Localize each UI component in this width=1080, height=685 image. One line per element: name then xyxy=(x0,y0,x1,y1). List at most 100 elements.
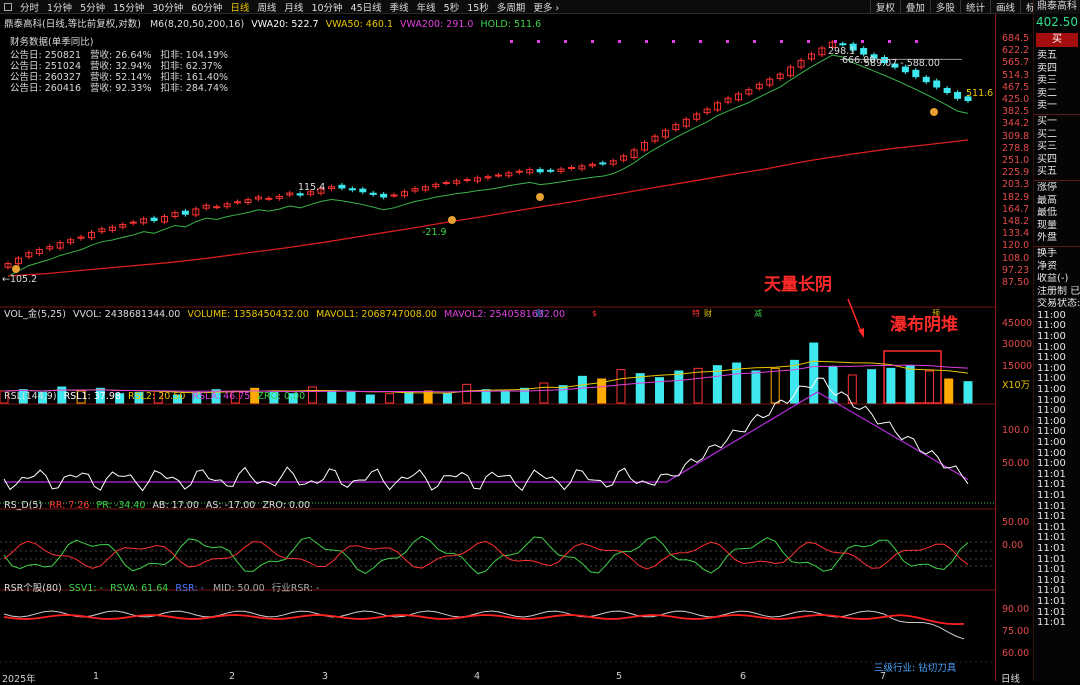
candle-body xyxy=(380,193,388,198)
times-item: 11:01 xyxy=(1037,542,1066,554)
asks-item: 卖二 xyxy=(1037,87,1057,99)
signal-dot xyxy=(564,40,567,43)
tab-10[interactable]: 45日线 xyxy=(347,0,386,14)
x-axis-month: 5 xyxy=(616,671,623,682)
ask-list: 卖五 卖四 卖三 卖二 卖一 xyxy=(1034,50,1080,113)
candle-body xyxy=(515,170,523,173)
axis-label: 87.50 xyxy=(1002,277,1030,288)
tab-8[interactable]: 月线 xyxy=(280,0,307,14)
tab-14[interactable]: 15秒 xyxy=(463,0,493,14)
more-item: 换手 xyxy=(1037,247,1057,259)
axis-label: 60.00 xyxy=(1002,648,1030,659)
candle-body xyxy=(390,194,398,197)
rsla-value: RSLA: 46.75 xyxy=(192,391,251,402)
hold-value: HOLD: 511.6 xyxy=(480,19,542,30)
tab-9[interactable]: 10分钟 xyxy=(307,0,346,14)
volume-header: VOL_金(5,25) VVOL: 2438681344.00 VOLUME: … xyxy=(4,306,565,320)
volume-bar xyxy=(442,393,452,404)
volume-bar xyxy=(558,385,568,404)
candle-body xyxy=(213,206,221,209)
candle-body xyxy=(463,179,471,182)
volume-bar xyxy=(674,370,684,404)
axis-label: 565.7 xyxy=(1002,57,1030,69)
divider xyxy=(1034,245,1080,247)
rsr-value: RSR: - xyxy=(175,583,204,594)
tab-4[interactable]: 30分钟 xyxy=(148,0,187,14)
mavol2-value: MAVOL2: 2540581632.00 xyxy=(444,309,566,320)
tab-7[interactable]: 周线 xyxy=(253,0,280,14)
candle-body xyxy=(547,169,555,172)
window-icon[interactable] xyxy=(4,2,12,11)
candle-body xyxy=(954,92,962,99)
tab-12[interactable]: 年线 xyxy=(413,0,440,14)
asks-item: 卖四 xyxy=(1037,62,1057,74)
event-mark: 特 xyxy=(692,308,700,318)
volume-bar xyxy=(963,381,973,404)
tab-15[interactable]: 多周期 xyxy=(493,0,530,14)
main-title: 鼎泰高科(日线,等比前复权,对数) xyxy=(4,19,141,30)
rsr-line xyxy=(3,614,965,626)
tab-11[interactable]: 季线 xyxy=(386,0,413,14)
axis-label: 148.2 xyxy=(1002,216,1030,227)
candle-body xyxy=(150,217,158,221)
toolbar-action-1[interactable]: 叠加 xyxy=(899,0,930,13)
tab-16[interactable]: 更多 › xyxy=(529,0,563,14)
bids-item: 买四 xyxy=(1037,153,1057,165)
signal-dot xyxy=(645,40,648,43)
volume-bar xyxy=(693,367,703,404)
ma-indicator: M6(8,20,50,200,16) xyxy=(149,19,245,30)
axis-label: 203.3 xyxy=(1002,179,1030,191)
stats-item: 外盘 xyxy=(1037,232,1057,244)
financial-title: 财务数据(单季同比) xyxy=(10,37,94,48)
event-icon xyxy=(448,216,456,224)
financial-row: 公告日: 260416 营收: 92.33% 扣非: 284.74% xyxy=(10,83,229,94)
tab-3[interactable]: 15分钟 xyxy=(109,0,148,14)
axis-label: 382.5 xyxy=(1002,106,1030,118)
axis-label: 182.9 xyxy=(1002,191,1030,203)
candle-body xyxy=(567,166,575,169)
signal-dot xyxy=(753,40,756,43)
toolbar-action-0[interactable]: 复权 xyxy=(869,0,900,13)
hold-value-label: 511.6 xyxy=(966,88,993,99)
tab-13[interactable]: 5秒 xyxy=(440,0,464,14)
candle-body xyxy=(922,76,930,83)
tab-6[interactable]: 日线 xyxy=(226,0,253,14)
axis-label: 0.00 xyxy=(1002,540,1024,551)
axis-label: 225.9 xyxy=(1002,167,1030,179)
stock-name: 鼎泰高科 xyxy=(1034,0,1080,14)
candle-body xyxy=(359,188,367,193)
axis-label: 30000 xyxy=(1002,339,1033,350)
toolbar-action-2[interactable]: 多股 xyxy=(929,0,960,13)
bids-item: 买五 xyxy=(1037,166,1057,178)
buy-button[interactable]: 买 xyxy=(1036,33,1078,47)
tab-0[interactable]: 分时 xyxy=(16,0,43,14)
rr-value: RR: 7.26 xyxy=(49,500,90,511)
tab-2[interactable]: 5分钟 xyxy=(76,0,109,14)
annotation-big-volume: 天量长阴 xyxy=(764,275,832,295)
times-item: 11:01 xyxy=(1037,595,1066,607)
x-axis-month: 3 xyxy=(322,671,329,682)
candle-body xyxy=(338,184,346,189)
volume-bar xyxy=(404,391,414,404)
signal-dot xyxy=(726,40,729,43)
tab-1[interactable]: 1分钟 xyxy=(43,0,76,14)
toolbar-action-4[interactable]: 画线 xyxy=(989,0,1020,13)
toolbar-action-3[interactable]: 统计 xyxy=(959,0,990,13)
candle-body xyxy=(599,162,607,165)
axis-label: 514.3 xyxy=(1002,69,1030,81)
x-axis-month: 2025年 xyxy=(2,674,36,685)
signal-dot xyxy=(510,40,513,43)
axis-label: 467.5 xyxy=(1002,81,1030,93)
signal-dot xyxy=(807,40,810,43)
candle-body xyxy=(943,87,951,94)
annotation-waterfall: 瀑布阴堆 xyxy=(890,315,958,335)
stats-item: 最低 xyxy=(1037,207,1057,219)
volume-bar xyxy=(462,383,472,404)
axis-label: 309.8 xyxy=(1002,130,1030,142)
rsl1-value: RSL1: 37.98 xyxy=(63,391,121,402)
signal-dot xyxy=(537,40,540,43)
axis-label: X10万 xyxy=(1002,380,1031,391)
high-price-label: 115.4 xyxy=(298,182,325,193)
x-axis-month: 1 xyxy=(93,671,100,682)
tab-5[interactable]: 60分钟 xyxy=(187,0,226,14)
